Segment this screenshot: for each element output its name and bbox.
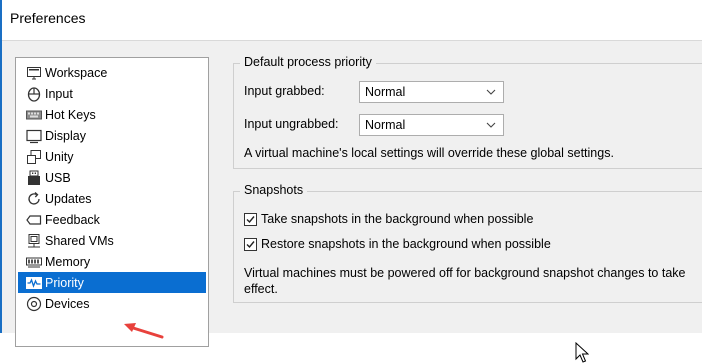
restore-snapshots-label: Restore snapshots in the background when… — [261, 237, 551, 251]
content-area: Workspace Input Hot Keys Display Unity U… — [2, 40, 702, 363]
snapshots-note: Virtual machines must be powered off for… — [244, 266, 686, 296]
sidebar-item-priority[interactable]: Priority — [18, 272, 206, 293]
take-snapshots-label: Take snapshots in the background when po… — [261, 212, 534, 226]
sidebar-item-unity[interactable]: Unity — [18, 146, 206, 167]
sidebar-item-label: USB — [45, 170, 71, 185]
devices-icon — [26, 296, 42, 312]
sidebar-item-label: Hot Keys — [45, 107, 96, 122]
checkbox-box[interactable] — [244, 212, 257, 226]
take-snapshots-checkbox[interactable]: Take snapshots in the background when po… — [244, 212, 533, 226]
sidebar-item-label: Devices — [45, 296, 90, 311]
shared-vms-icon — [26, 233, 42, 249]
sidebar-item-input[interactable]: Input — [18, 83, 206, 104]
sidebar-item-label: Unity — [45, 149, 74, 164]
priority-icon — [26, 275, 42, 291]
input-ungrabbed-value: Normal — [365, 118, 406, 132]
sidebar-item-label: Shared VMs — [45, 233, 114, 248]
sidebar-item-label: Memory — [45, 254, 91, 269]
restore-snapshots-checkbox[interactable]: Restore snapshots in the background when… — [244, 237, 551, 251]
sidebar-item-label: Workspace — [45, 65, 108, 80]
sidebar-item-feedback[interactable]: Feedback — [18, 209, 206, 230]
input-ungrabbed-label: Input ungrabbed: — [244, 117, 339, 131]
snapshots-group: Snapshots Take snapshots in the backgrou… — [233, 183, 702, 303]
title-bar[interactable]: Preferences — [2, 0, 702, 40]
input-grabbed-label: Input grabbed: — [244, 84, 325, 98]
snapshots-group-title: Snapshots — [240, 183, 308, 197]
keyboard-icon — [26, 107, 42, 123]
checkbox-box[interactable] — [244, 237, 257, 251]
chevron-down-icon — [486, 122, 496, 128]
priority-group-title: Default process priority — [240, 55, 376, 69]
updates-icon — [26, 191, 42, 207]
mouse-cursor-icon — [575, 342, 589, 363]
sidebar-item-label: Display — [45, 128, 86, 143]
category-list[interactable]: Workspace Input Hot Keys Display Unity U… — [15, 57, 209, 347]
annotation-arrow-icon — [124, 323, 164, 339]
sidebar-item-memory[interactable]: Memory — [18, 251, 206, 272]
sidebar-item-shared-vms[interactable]: Shared VMs — [18, 230, 206, 251]
preferences-window: Preferences Workspace Input Hot Keys Dis… — [0, 0, 702, 363]
priority-note: A virtual machine's local settings will … — [244, 146, 614, 160]
input-grabbed-select[interactable]: Normal — [359, 81, 504, 103]
sidebar-item-label: Feedback — [45, 212, 100, 227]
sidebar-item-label: Input — [45, 86, 73, 101]
display-icon — [26, 128, 42, 144]
sidebar-item-label: Priority — [45, 275, 84, 290]
workspace-icon — [26, 65, 42, 81]
sidebar-item-usb[interactable]: USB — [18, 167, 206, 188]
checkmark-icon — [246, 215, 255, 223]
unity-icon — [26, 149, 42, 165]
input-ungrabbed-select[interactable]: Normal — [359, 114, 504, 136]
memory-icon — [26, 254, 42, 270]
feedback-icon — [26, 212, 42, 228]
sidebar-item-hot-keys[interactable]: Hot Keys — [18, 104, 206, 125]
sidebar-item-display[interactable]: Display — [18, 125, 206, 146]
sidebar-item-updates[interactable]: Updates — [18, 188, 206, 209]
input-icon — [26, 86, 42, 102]
sidebar-item-devices[interactable]: Devices — [18, 293, 206, 314]
input-grabbed-value: Normal — [365, 85, 406, 99]
checkmark-icon — [246, 240, 255, 248]
sidebar-item-workspace[interactable]: Workspace — [18, 62, 206, 83]
priority-group: Default process priority Input grabbed: … — [233, 55, 702, 169]
window-title: Preferences — [10, 10, 86, 26]
sidebar-item-label: Updates — [45, 191, 92, 206]
usb-icon — [26, 170, 42, 186]
chevron-down-icon — [486, 89, 496, 95]
